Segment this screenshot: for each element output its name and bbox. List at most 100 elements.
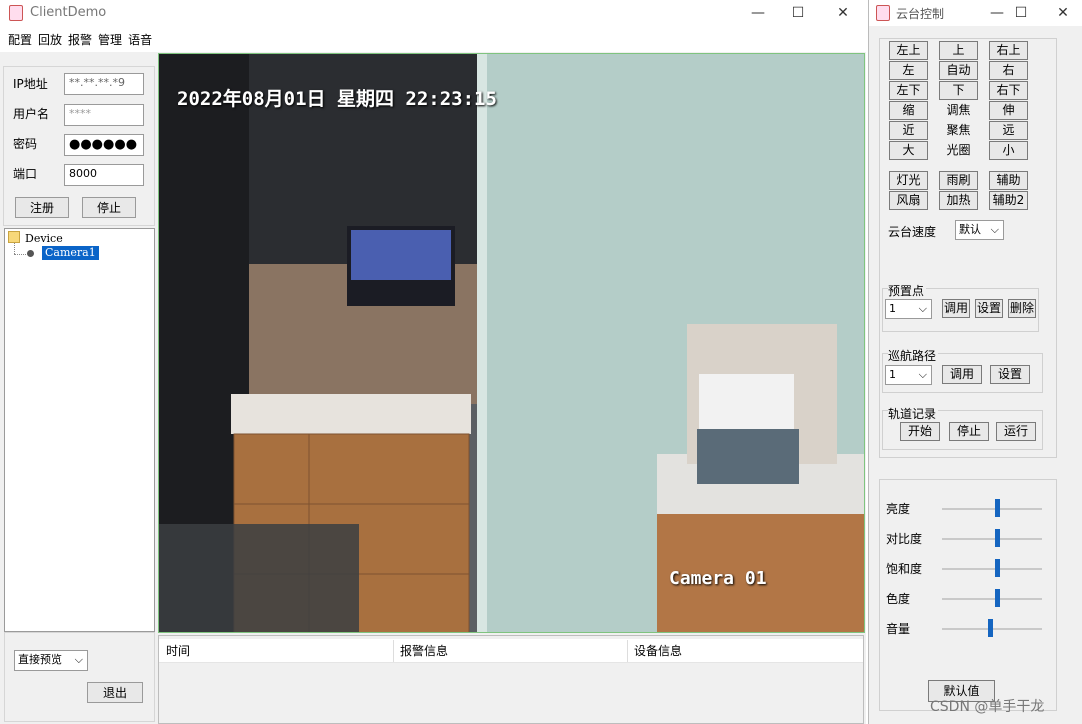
cruise-label: 巡航路径 [888, 347, 939, 364]
ptz-titlebar: 云台控制 — ☐ ✕ [869, 0, 1082, 26]
saturation-slider[interactable] [995, 559, 1000, 577]
preview-panel [4, 632, 155, 722]
device-tree: Device Camera1 [4, 228, 155, 632]
menu-voice[interactable]: 语音 [125, 26, 155, 54]
password-input[interactable]: ●●●●●● [64, 134, 144, 156]
focus-label: 聚焦 [946, 123, 971, 137]
port-input[interactable]: 8000 [64, 164, 144, 186]
ptz-up-button[interactable]: 上 [939, 41, 978, 60]
port-label: 端口 [13, 167, 38, 181]
chevron-down-icon: ⌵ [990, 223, 999, 236]
brightness-label: 亮度 [886, 502, 911, 516]
menu-config[interactable]: 配置 [5, 26, 35, 54]
java-app-icon [876, 5, 890, 21]
ip-input[interactable]: **.**.**.*9 [64, 73, 144, 95]
column-time[interactable]: 时间 [160, 640, 394, 662]
ptz-auto-button[interactable]: 自动 [939, 61, 978, 80]
track-label: 轨道记录 [888, 405, 939, 422]
username-label: 用户名 [13, 107, 50, 121]
tree-item-camera1[interactable]: Camera1 [42, 246, 99, 260]
ip-label: IP地址 [13, 77, 48, 91]
hue-slider[interactable] [995, 589, 1000, 607]
video-frame [159, 54, 864, 632]
cruise-value: 1 [889, 368, 896, 381]
wiper-button[interactable]: 雨刷 [939, 171, 978, 190]
aux1-button[interactable]: 辅助 [989, 171, 1028, 190]
client-demo-window: ClientDemo — ☐ ✕ 配置 回放 报警 管理 语音 IP地址 **.**.*… [0, 0, 866, 724]
column-device-info[interactable]: 设备信息 [628, 640, 862, 662]
volume-slider[interactable] [988, 619, 993, 637]
contrast-slider[interactable] [995, 529, 1000, 547]
track-run-button[interactable]: 运行 [996, 422, 1036, 441]
tree-line [14, 243, 15, 254]
ptz-speed-value: 默认 [959, 223, 981, 236]
fan-button[interactable]: 风扇 [889, 191, 928, 210]
close-icon[interactable]: ✕ [823, 0, 863, 26]
saturation-label: 饱和度 [886, 562, 923, 576]
zoom-in-button[interactable]: 缩 [889, 101, 928, 120]
minimize-icon[interactable]: — [738, 0, 778, 26]
window-title: ClientDemo [30, 5, 107, 20]
focus-near-button[interactable]: 近 [889, 121, 928, 140]
iris-label: 光圈 [946, 143, 971, 157]
aux2-button[interactable]: 辅助2 [989, 191, 1028, 210]
cruise-call-button[interactable]: 调用 [942, 365, 982, 384]
zoom-label: 调焦 [946, 103, 971, 117]
volume-label: 音量 [886, 622, 911, 636]
ptz-down-left-button[interactable]: 左下 [889, 81, 928, 100]
osd-datetime: 2022年08月01日 星期四 22:23:15 [177, 88, 497, 110]
light-button[interactable]: 灯光 [889, 171, 928, 190]
focus-far-button[interactable]: 远 [989, 121, 1028, 140]
maximize-icon[interactable]: ☐ [778, 0, 818, 26]
brightness-slider[interactable] [995, 499, 1000, 517]
iris-open-button[interactable]: 大 [889, 141, 928, 160]
column-alarm-info[interactable]: 报警信息 [394, 640, 628, 662]
saturation-slider-track [942, 568, 1042, 570]
cruise-select[interactable]: 1 ⌵ [885, 365, 932, 385]
preset-label: 预置点 [888, 282, 927, 299]
ptz-up-right-button[interactable]: 右上 [989, 41, 1028, 60]
brightness-slider-track [942, 508, 1042, 510]
chevron-down-icon: ⌵ [918, 302, 927, 315]
maximize-icon[interactable]: ☐ [1005, 0, 1037, 26]
zoom-out-button[interactable]: 伸 [989, 101, 1028, 120]
password-label: 密码 [13, 137, 38, 151]
preview-mode-value: 直接预览 [18, 653, 62, 666]
hue-slider-track [942, 598, 1042, 600]
ptz-window-title: 云台控制 [896, 7, 945, 21]
hue-label: 色度 [886, 592, 911, 606]
ptz-speed-select[interactable]: 默认 ⌵ [955, 220, 1004, 240]
menu-playback[interactable]: 回放 [35, 26, 65, 54]
iris-close-button[interactable]: 小 [989, 141, 1028, 160]
ptz-right-button[interactable]: 右 [989, 61, 1028, 80]
cruise-set-button[interactable]: 设置 [990, 365, 1030, 384]
osd-camera-name: Camera 01 [669, 568, 767, 589]
register-button[interactable]: 注册 [15, 197, 69, 218]
ptz-down-button[interactable]: 下 [939, 81, 978, 100]
username-input[interactable]: **** [64, 104, 144, 126]
menu-bar: 配置 回放 报警 管理 语音 [0, 26, 866, 52]
preset-delete-button[interactable]: 删除 [1008, 299, 1036, 318]
track-stop-button[interactable]: 停止 [949, 422, 989, 441]
close-icon[interactable]: ✕ [1047, 0, 1079, 26]
main-titlebar: ClientDemo — ☐ ✕ [0, 0, 866, 26]
ptz-up-left-button[interactable]: 左上 [889, 41, 928, 60]
folder-icon [8, 231, 20, 243]
exit-button[interactable]: 退出 [87, 682, 143, 703]
ptz-down-right-button[interactable]: 右下 [989, 81, 1028, 100]
preset-set-button[interactable]: 设置 [975, 299, 1003, 318]
chevron-down-icon: ⌵ [918, 368, 927, 381]
preset-select[interactable]: 1 ⌵ [885, 299, 932, 319]
stop-login-button[interactable]: 停止 [82, 197, 136, 218]
menu-manage[interactable]: 管理 [95, 26, 125, 54]
tree-line [14, 254, 26, 255]
contrast-slider-track [942, 538, 1042, 540]
video-preview[interactable]: 2022年08月01日 星期四 22:23:15 Camera 01 [158, 53, 865, 633]
track-start-button[interactable]: 开始 [900, 422, 940, 441]
tree-root-device[interactable]: Device [25, 232, 63, 245]
preview-mode-select[interactable]: 直接预览 ⌵ [14, 650, 88, 671]
heater-button[interactable]: 加热 [939, 191, 978, 210]
preset-call-button[interactable]: 调用 [942, 299, 970, 318]
ptz-left-button[interactable]: 左 [889, 61, 928, 80]
menu-alarm[interactable]: 报警 [65, 26, 95, 54]
